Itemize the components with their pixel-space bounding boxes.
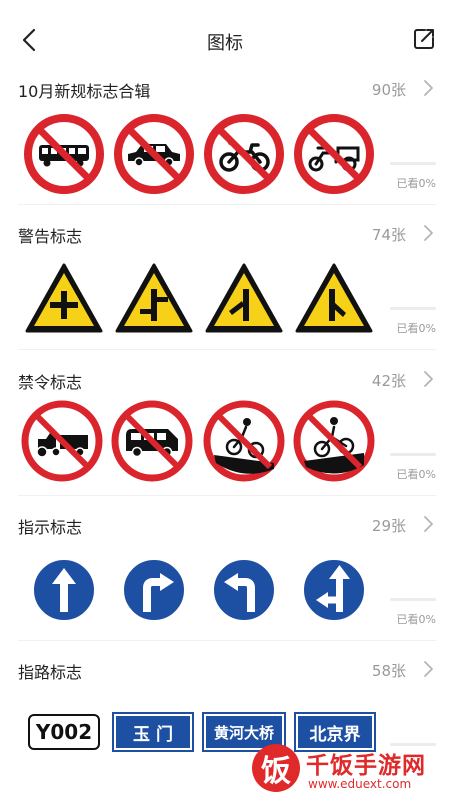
progress-indicator: 已看0% bbox=[390, 307, 436, 336]
section-count: 42张 bbox=[371, 372, 406, 390]
page-title: 图标 bbox=[207, 33, 243, 54]
section-new-rules: 10月新规标志合辑 90张 已看0% bbox=[0, 76, 450, 222]
straight-or-left-sign-icon[interactable] bbox=[292, 548, 376, 632]
side-road-left-warning-sign-icon[interactable] bbox=[202, 257, 286, 341]
turn-left-sign-icon[interactable] bbox=[202, 548, 286, 632]
chevron-right-icon bbox=[424, 80, 433, 96]
progress-label: 已看0% bbox=[396, 613, 436, 626]
no-motorcycles-sign-icon[interactable] bbox=[202, 112, 286, 196]
section-count: 58张 bbox=[371, 662, 406, 680]
section-count: 74张 bbox=[371, 226, 406, 244]
progress-indicator: 已看0% bbox=[390, 453, 436, 482]
section-title: 10月新规标志合辑 bbox=[18, 82, 151, 101]
crossroads-warning-sign-icon[interactable] bbox=[22, 257, 106, 341]
top-bar: 图标 bbox=[0, 14, 450, 68]
staggered-junction-warning-sign-icon[interactable] bbox=[112, 257, 196, 341]
section-count: 90张 bbox=[371, 81, 406, 99]
section-title: 禁令标志 bbox=[18, 373, 83, 392]
progress-bar bbox=[390, 162, 436, 165]
section-title: 警告标志 bbox=[18, 227, 83, 246]
no-tractors-sign-icon[interactable] bbox=[20, 399, 104, 483]
progress-indicator: 已看0% bbox=[390, 162, 436, 191]
section-header[interactable]: 10月新规标志合辑 90张 bbox=[18, 76, 436, 102]
no-motor-tricycles-sign-icon[interactable] bbox=[292, 112, 376, 196]
section-count: 29张 bbox=[371, 517, 406, 535]
watermark-url: www.eduext.com bbox=[308, 777, 412, 791]
no-bicycles-downhill-sign-icon[interactable] bbox=[202, 399, 286, 483]
status-bar bbox=[0, 0, 450, 14]
progress-label: 已看0% bbox=[396, 468, 436, 481]
no-bicycles-uphill-sign-icon[interactable] bbox=[292, 399, 376, 483]
chevron-right-icon bbox=[424, 225, 433, 241]
no-cars-sign-icon[interactable] bbox=[112, 112, 196, 196]
section-title: 指路标志 bbox=[18, 663, 83, 682]
progress-bar bbox=[390, 307, 436, 310]
guide-sign-y002[interactable]: Y002 bbox=[28, 714, 100, 750]
chevron-right-icon bbox=[424, 661, 433, 677]
progress-bar bbox=[390, 453, 436, 456]
no-minibuses-sign-icon[interactable] bbox=[110, 399, 194, 483]
section-header[interactable]: 禁令标志 42张 bbox=[18, 367, 436, 393]
side-road-merge-warning-sign-icon[interactable] bbox=[292, 257, 376, 341]
progress-indicator: 已看0% bbox=[390, 598, 436, 627]
section-warning-signs: 警告标志 74张 已看0% bbox=[0, 221, 450, 367]
progress-label: 已看0% bbox=[396, 177, 436, 190]
chevron-right-icon bbox=[424, 371, 433, 387]
watermark-logo: 饭 bbox=[252, 744, 300, 792]
guide-sign-yumen[interactable]: 玉 门 bbox=[112, 712, 194, 752]
no-buses-sign-icon[interactable] bbox=[22, 112, 106, 196]
section-title: 指示标志 bbox=[18, 518, 83, 537]
section-header[interactable]: 指示标志 29张 bbox=[18, 512, 436, 538]
watermark-name: 千饭手游网 bbox=[306, 753, 426, 779]
divider bbox=[18, 495, 436, 496]
straight-ahead-sign-icon[interactable] bbox=[22, 548, 106, 632]
divider bbox=[18, 640, 436, 641]
divider bbox=[18, 349, 436, 350]
section-mandatory-signs: 指示标志 29张 已看0% bbox=[0, 512, 450, 658]
progress-label: 已看0% bbox=[396, 322, 436, 335]
section-prohibition-signs: 禁令标志 42张 已看0% bbox=[0, 367, 450, 513]
progress-bar bbox=[390, 598, 436, 601]
share-icon[interactable] bbox=[412, 27, 436, 51]
chevron-right-icon bbox=[424, 516, 433, 532]
section-header[interactable]: 指路标志 58张 bbox=[18, 657, 436, 683]
section-header[interactable]: 警告标志 74张 bbox=[18, 221, 436, 247]
watermark: 饭 千饭手游网 www.eduext.com bbox=[252, 744, 448, 796]
divider bbox=[18, 204, 436, 205]
turn-right-sign-icon[interactable] bbox=[112, 548, 196, 632]
